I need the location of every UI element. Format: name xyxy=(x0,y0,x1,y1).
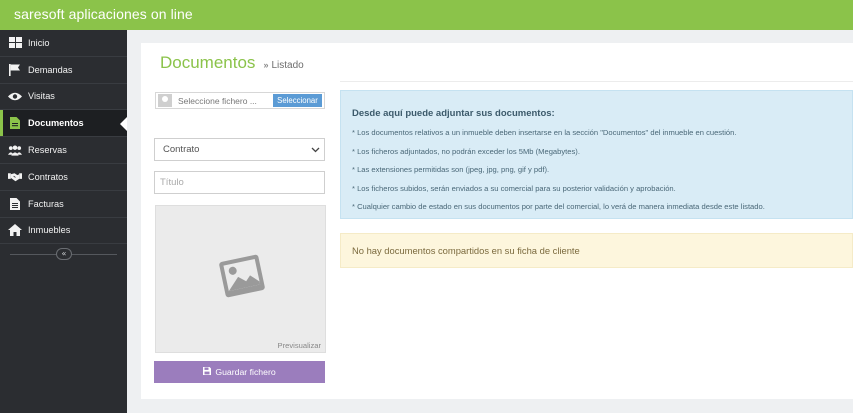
sidebar-item-inicio[interactable]: Inicio xyxy=(0,30,127,57)
eye-icon xyxy=(8,90,22,102)
sidebar-item-inmuebles[interactable]: Inmuebles xyxy=(0,218,127,245)
sidebar-item-label: Inicio xyxy=(28,37,50,48)
info-box: Desde aquí puede adjuntar sus documentos… xyxy=(340,90,853,219)
breadcrumb-current: Listado xyxy=(271,60,304,71)
page-title: Documentos xyxy=(160,53,256,72)
file-preview: Previsualizar xyxy=(155,205,326,353)
sidebar-item-label: Visitas xyxy=(28,91,55,102)
invoice-icon xyxy=(8,197,22,210)
image-placeholder-icon xyxy=(216,250,268,305)
file-picker-placeholder: Seleccione fichero ... xyxy=(178,95,257,106)
sidebar-collapse-button[interactable]: « xyxy=(56,248,72,261)
group-icon xyxy=(8,144,22,156)
double-chevron-left-icon: « xyxy=(61,249,67,259)
file-picker[interactable]: Seleccione fichero ... Seleccionar xyxy=(155,92,325,109)
sidebar-item-label: Contratos xyxy=(28,171,68,182)
document-type-value: Contrato xyxy=(163,144,200,155)
sidebar-collapse-row: « xyxy=(0,244,127,264)
info-item: * Los documentos relativos a un inmueble… xyxy=(352,128,737,137)
sidebar-item-label: Facturas xyxy=(28,198,64,209)
sidebar-item-visitas[interactable]: Visitas xyxy=(0,84,127,111)
notice-text: No hay documentos compartidos en su fich… xyxy=(352,245,580,256)
handshake-icon xyxy=(8,171,22,183)
info-item: * Los ficheros subidos, serán enviados a… xyxy=(352,183,676,193)
page-header: Documentos » Listado xyxy=(160,53,304,73)
document-type-select[interactable]: Contrato xyxy=(154,138,325,161)
sidebar-item-label: Inmuebles xyxy=(28,225,71,236)
sidebar-item-label: Documentos xyxy=(28,118,84,129)
divider xyxy=(340,81,853,82)
preview-label: Previsualizar xyxy=(277,341,321,350)
upload-file-icon xyxy=(158,94,172,107)
main-panel: Documentos » Listado Seleccione fichero .… xyxy=(141,43,853,399)
sidebar-item-label: Demandas xyxy=(28,64,73,75)
sidebar-item-label: Reservas xyxy=(28,145,67,156)
chevron-down-icon xyxy=(311,145,320,157)
info-item: * Cualquier cambio de estado en sus docu… xyxy=(352,202,765,212)
top-bar: saresoft aplicaciones on line xyxy=(0,0,853,30)
sidebar-item-documentos[interactable]: Documentos xyxy=(0,110,127,138)
info-item: * Las extensiones permitidas son (jpeg, … xyxy=(352,165,550,175)
sidebar: Inicio Demandas Visitas Documentos Reser… xyxy=(0,30,127,413)
document-icon xyxy=(8,117,22,130)
info-item: * Los ficheros adjuntados, no podrán exc… xyxy=(352,146,580,156)
sidebar-item-facturas[interactable]: Facturas xyxy=(0,191,127,218)
select-file-button[interactable]: Seleccionar xyxy=(273,94,322,107)
title-input[interactable] xyxy=(154,171,325,194)
sidebar-item-contratos[interactable]: Contratos xyxy=(0,164,127,191)
sidebar-item-reservas[interactable]: Reservas xyxy=(0,137,127,164)
breadcrumb: » Listado xyxy=(263,60,303,71)
no-documents-notice: No hay documentos compartidos en su fich… xyxy=(340,233,853,268)
flag-icon xyxy=(8,63,22,76)
breadcrumb-separator: » xyxy=(263,60,269,70)
app-title: saresoft aplicaciones on line xyxy=(14,6,193,22)
save-file-button[interactable]: Guardar fichero xyxy=(154,361,325,383)
save-button-label: Guardar fichero xyxy=(215,367,276,377)
home-icon xyxy=(8,224,22,237)
info-title: Desde aquí puede adjuntar sus documentos… xyxy=(352,108,555,119)
sidebar-item-demandas[interactable]: Demandas xyxy=(0,57,127,84)
dashboard-icon xyxy=(8,37,22,49)
floppy-disk-icon xyxy=(203,367,212,377)
